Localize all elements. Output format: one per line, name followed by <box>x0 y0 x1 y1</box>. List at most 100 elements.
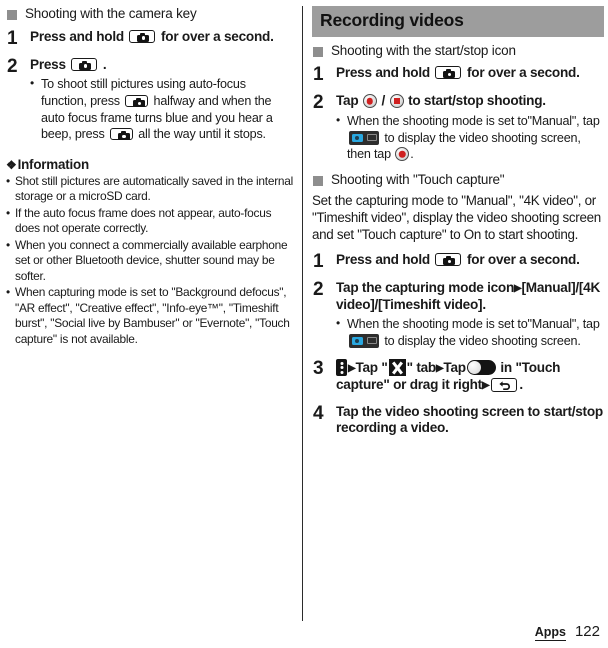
square-bullet-icon <box>313 46 323 57</box>
note-text: When the shooting mode is set to"Manual"… <box>347 113 604 163</box>
arrow-icon: ▶ <box>514 283 522 294</box>
bullet-dot-icon: • <box>30 76 35 91</box>
step-number: 1 <box>7 27 18 49</box>
information-title-label: Information <box>17 156 90 172</box>
subhead-label: Shooting with "Touch capture" <box>331 171 505 187</box>
capture-mode-chip-icon <box>349 333 379 348</box>
step-segment-2: " tab <box>406 360 437 376</box>
step-text-before: Press and hold <box>30 28 124 44</box>
step-text-after: to start/stop shooting. <box>408 93 546 109</box>
information-item: • Shot still pictures are automatically … <box>6 174 294 205</box>
step-number: 4 <box>313 402 324 424</box>
information-item-text: If the auto focus frame does not appear,… <box>15 205 272 236</box>
step-heading: Press and hold for over a second. <box>336 252 604 269</box>
step-r2-3: 3 ▶Tap " " tab▶Tap in "Touch capture" or … <box>312 359 604 393</box>
information-item: • When capturing mode is set to "Backgro… <box>6 285 294 347</box>
subhead-label: Shooting with the start/stop icon <box>331 42 516 58</box>
step-text-after: . <box>102 56 107 72</box>
step-heading: Press and hold for over a second. <box>30 29 294 46</box>
record-icon <box>395 147 410 162</box>
step-text-before: Press and hold <box>336 252 430 268</box>
right-column: Recording videos Shooting with the start… <box>312 0 604 437</box>
step-r2-1: 1 Press and hold for over a second. <box>312 252 604 272</box>
manual-page: Shooting with the camera key 1 Press and… <box>0 0 608 648</box>
step-number: 2 <box>313 279 324 300</box>
camera-key-icon <box>435 253 462 267</box>
subhead-start-stop-icon: Shooting with the start/stop icon <box>312 43 604 60</box>
step-text-before: Press <box>30 56 66 72</box>
note-part-3: all the way until it stops. <box>138 127 266 142</box>
step-number: 1 <box>313 251 324 273</box>
bullet-dot-icon: • <box>336 316 341 331</box>
arrow-icon: ▶ <box>481 379 490 391</box>
step-text-after: for over a second. <box>161 28 274 44</box>
bullet-dot-icon: • <box>6 173 10 188</box>
step-text-middle: / <box>381 93 386 109</box>
step-segment-1: Tap " <box>355 360 388 376</box>
diamond-bullet-icon: ❖ <box>6 157 17 172</box>
step-heading: Tap / to start/stop shooting. <box>336 93 604 110</box>
subhead-touch-capture: Shooting with "Touch capture" <box>312 172 604 189</box>
information-heading: ❖ Information <box>6 157 294 172</box>
camera-key-icon <box>435 66 462 80</box>
camera-key-icon <box>71 57 98 71</box>
step-l1: 1 Press and hold for over a second. <box>6 27 294 49</box>
step-heading: ▶Tap " " tab▶Tap in "Touch capture" or dr… <box>336 359 604 393</box>
information-item: • If the auto focus frame does not appea… <box>6 206 294 237</box>
step-r1-1: 1 Press and hold for over a second. <box>312 65 604 85</box>
note-part-1: When the shooting mode is set to"Manual"… <box>347 317 600 332</box>
step-segment-5: . <box>519 376 523 392</box>
step-r2-4: 4 Tap the video shooting screen to start… <box>312 402 604 437</box>
vertical-dots-menu-icon <box>336 359 347 377</box>
step-number: 1 <box>313 64 324 86</box>
note-part-2: to display the video shooting screen, th… <box>347 130 581 162</box>
step-text-before: Tap the capturing mode icon <box>336 280 515 295</box>
camera-key-icon <box>125 95 149 107</box>
section-band-recording-videos: Recording videos <box>312 6 604 37</box>
step-heading: Press and hold for over a second. <box>336 65 604 82</box>
step-text-before: Press and hold <box>336 65 430 81</box>
square-bullet-icon <box>313 175 323 186</box>
information-item-text: When you connect a commercially availabl… <box>15 237 288 283</box>
step-number: 2 <box>313 92 324 114</box>
bullet-dot-icon: • <box>6 237 10 252</box>
step-r1-2: 2 Tap / to start/stop shooting. • When t… <box>312 93 604 162</box>
column-divider <box>302 6 303 621</box>
step-heading: Tap the capturing mode icon▶[Manual]/[4K… <box>336 280 604 313</box>
back-arrow-glyph <box>499 381 511 391</box>
step-note: • To shoot still pictures using auto-foc… <box>30 76 294 142</box>
left-column: Shooting with the camera key 1 Press and… <box>6 0 294 347</box>
stop-icon <box>389 94 404 109</box>
subhead-label: Shooting with the camera key <box>25 6 197 21</box>
step-text-after: for over a second. <box>467 252 580 268</box>
page-footer: Apps 122 <box>534 623 600 641</box>
note-part-1: When the shooting mode is set to"Manual"… <box>347 113 600 128</box>
subhead-camera-key: Shooting with the camera key <box>6 6 294 23</box>
step-note: • When the shooting mode is set to"Manua… <box>336 113 604 163</box>
step-number: 3 <box>313 358 324 380</box>
footer-page-number: 122 <box>574 623 600 640</box>
step-number: 2 <box>7 55 18 77</box>
note-text: To shoot still pictures using auto-focus… <box>41 76 294 142</box>
camera-key-icon <box>129 29 156 43</box>
tools-tab-icon <box>388 359 406 377</box>
capture-mode-chip-icon <box>349 130 379 145</box>
record-icon <box>362 94 377 109</box>
step-l2: 2 Press . • To shoot still pictures usin… <box>6 55 294 143</box>
touch-capture-paragraph: Set the capturing mode to "Manual", "4K … <box>312 192 601 242</box>
information-item-text: When capturing mode is set to "Backgroun… <box>15 285 290 346</box>
footer-section-label: Apps <box>534 625 566 641</box>
step-heading: Tap the video shooting screen to start/s… <box>336 403 603 436</box>
square-bullet-icon <box>7 10 17 20</box>
step-text-after: for over a second. <box>467 65 580 81</box>
information-item: • When you connect a commercially availa… <box>6 238 294 284</box>
bullet-dot-icon: • <box>6 285 10 300</box>
camera-key-icon <box>109 128 133 141</box>
note-text: When the shooting mode is set to"Manual"… <box>347 316 604 349</box>
step-note: • When the shooting mode is set to"Manua… <box>336 316 604 349</box>
note-part-2: to display the video shooting screen. <box>384 333 581 348</box>
note-part-3: . <box>410 147 414 162</box>
step-segment-3: Tap <box>443 360 466 376</box>
bullet-dot-icon: • <box>6 205 10 220</box>
information-item-text: Shot still pictures are automatically sa… <box>15 173 294 204</box>
